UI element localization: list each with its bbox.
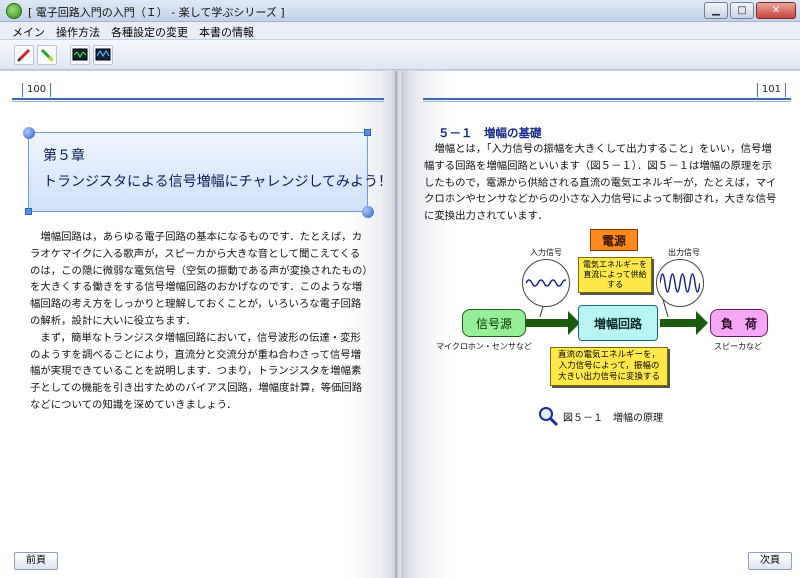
load-sublabel: スピーカなど [714,342,762,351]
left-body-text: 増幅回路は，あらゆる電子回路の基本になるものです．たとえば，カラオケマイクに入る… [30,229,368,414]
figure-caption: 図５－１ 増幅の原理 [537,405,663,427]
menu-item-book-info[interactable]: 本書の情報 [197,22,263,39]
load-box: 負 荷 [710,309,768,337]
paragraph: 増幅回路は，あらゆる電子回路の基本になるものです．たとえば，カラオケマイクに入る… [30,231,368,327]
output-waveform-icon [656,259,704,307]
right-page-number: 101 [756,83,786,97]
title-bar: [ 電子回路入門の入門（Ｉ） - 楽して学ぶシリーズ ] ▁ □ ✕ [0,0,800,22]
corner-dot-icon [23,127,35,139]
amplifier-box: 増幅回路 [578,305,658,341]
corner-dot-icon [362,206,374,218]
function-generator-icon[interactable] [93,44,113,65]
screwdriver-tool-icon[interactable] [37,44,57,65]
paragraph: 増幅とは，「入力信号の振幅を大きくして出力すること」をいい，信号増幅する回路を増… [424,143,777,223]
paragraph: まず，簡単なトランジスタ増幅回路において，信号波形の伝達・変形のようすを調べるこ… [30,331,363,411]
menu-item-main[interactable]: メイン [10,22,54,39]
prev-page-button[interactable]: 前頁 [14,552,58,570]
menu-bar: メイン 操作方法 各種設定の変更 本書の情報 [0,22,800,40]
magnifier-icon[interactable] [537,405,559,427]
chapter-title-box: 第５章 トランジスタによる信号増幅にチャレンジしてみよう！ [23,127,392,218]
signal-source-sublabel: マイクロホン・センサなど [436,342,532,351]
window-controls: ▁ □ ✕ [704,2,796,19]
chapter-number: 第５章 [43,148,85,164]
window-title: [ 電子回路入門の入門（Ｉ） - 楽して学ぶシリーズ ] [28,6,285,19]
power-note: 電気エネルギーを直流によって供給する [578,257,652,293]
left-page: 100 第５章 トランジスタによる信号増幅にチャレンジしてみよう！ 増幅回路は，… [0,71,397,578]
left-header-rule [12,98,384,102]
left-page-number: 100 [22,83,52,97]
toolbar [0,40,800,70]
section-heading: ５－１ 増幅の基礎 [438,126,542,140]
output-signal-label: 出力信号 [668,248,700,257]
chapter-title: トランジスタによる信号増幅にチャレンジしてみよう！ [43,174,393,190]
close-button[interactable]: ✕ [756,2,796,19]
amplifier-diagram: 電源 電気エネルギーを直流によって供給する 入力信号 出力信号 信号源 マイクロ… [430,227,790,427]
figure-caption-text: 図５－１ 増幅の原理 [563,412,663,424]
book-view: 100 第５章 トランジスタによる信号増幅にチャレンジしてみよう！ 増幅回路は，… [0,71,800,578]
right-header-rule [423,98,791,102]
signal-source-box: 信号源 [462,309,526,337]
right-body-text: 増幅とは，「入力信号の振幅を大きくして出力すること」をいい，信号増幅する回路を増… [424,141,780,225]
menu-item-operation[interactable]: 操作方法 [54,22,109,39]
amplifier-note: 直流の電気エネルギーを，入力信号によって，振幅の大きい出力信号に変換する [550,347,668,386]
oscilloscope-icon[interactable] [70,44,90,65]
pen-tool-icon[interactable] [14,44,34,65]
power-box: 電源 [590,229,638,251]
maximize-button[interactable]: □ [730,2,754,19]
corner-square-icon [364,129,371,136]
corner-square-icon [25,208,32,215]
minimize-button[interactable]: ▁ [704,2,728,19]
input-waveform-icon [522,259,570,307]
next-page-button[interactable]: 次頁 [748,552,792,570]
menu-item-settings[interactable]: 各種設定の変更 [109,22,197,39]
input-signal-label: 入力信号 [530,248,562,257]
app-icon [6,3,22,19]
